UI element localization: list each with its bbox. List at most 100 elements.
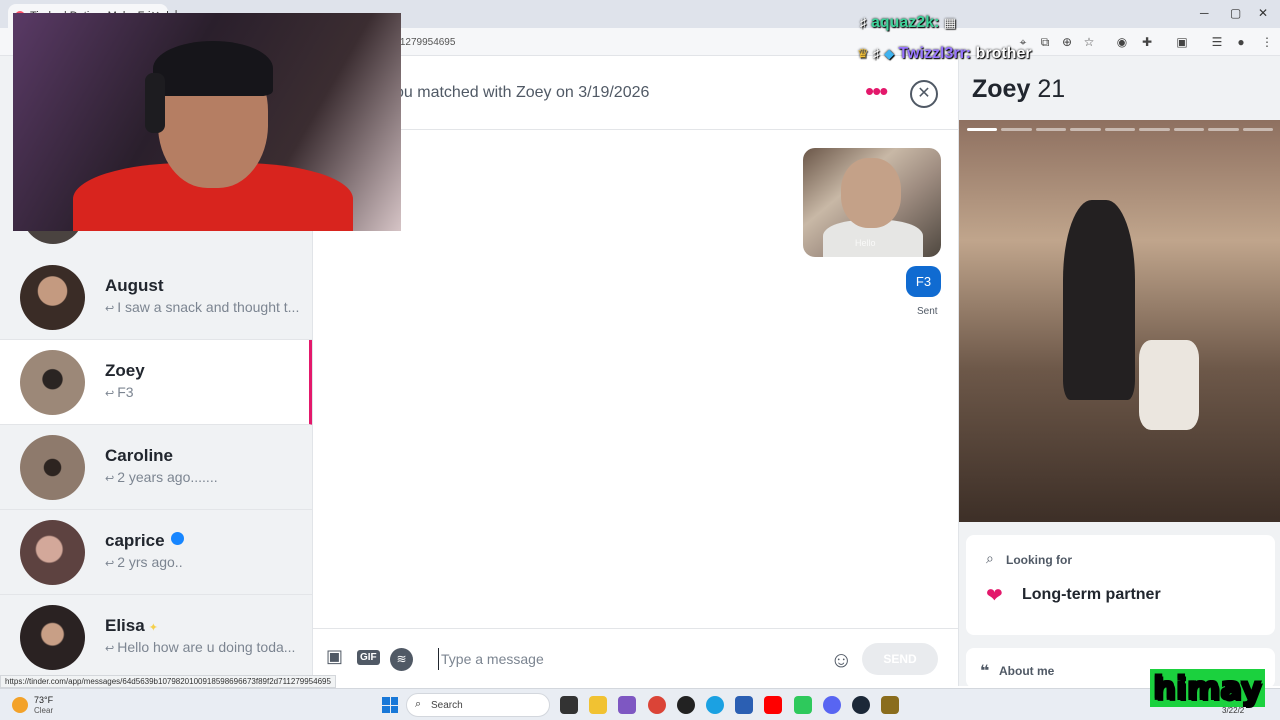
avatar	[20, 350, 85, 415]
contact-card-icon[interactable]: ▣	[326, 646, 343, 667]
tray-date: 3/22/2	[1222, 706, 1245, 715]
avatar	[20, 520, 85, 585]
badge-icon: ♯	[860, 15, 867, 30]
copilot-icon[interactable]	[618, 696, 636, 714]
reply-icon: ↩	[105, 473, 115, 485]
match-row-august[interactable]: August ↩ I saw a snack and thought t...	[0, 255, 312, 340]
weather-temp: 73°F	[34, 695, 54, 705]
match-preview: ↩ Hello how are u doing toda...	[105, 639, 296, 655]
match-preview: ↩ 2 years ago.......	[105, 469, 218, 485]
menu-icon[interactable]: ⋮	[1260, 35, 1274, 49]
maximize-icon[interactable]: ▢	[1230, 6, 1241, 20]
install-icon[interactable]: ⧉	[1038, 35, 1052, 50]
quote-icon: ❝	[980, 663, 990, 680]
match-row-caroline[interactable]: Caroline ↩ 2 years ago.......	[0, 425, 312, 510]
chat-message: brother	[975, 45, 1032, 62]
reply-icon: ↩	[105, 388, 115, 400]
chat-username: Twizzl3rr:	[898, 45, 972, 62]
send-button[interactable]: SEND	[862, 643, 938, 675]
close-chat-icon[interactable]: ✕	[910, 80, 938, 108]
photo-indicator[interactable]	[1035, 128, 1067, 131]
message-composer: ▣ GIF ≋ ☺ SEND	[313, 628, 958, 686]
sent-status: Sent	[917, 306, 938, 317]
gif-button[interactable]: GIF	[357, 650, 380, 665]
youtube-icon[interactable]	[764, 696, 782, 714]
heart-arrow-icon: ❤	[986, 585, 1003, 607]
chat-header: ou matched with Zoey on 3/19/2026 ••• ✕	[313, 56, 958, 130]
extension-icon[interactable]: ◉	[1115, 35, 1129, 49]
obs-icon[interactable]	[677, 696, 695, 714]
photo-indicator[interactable]	[967, 128, 998, 131]
reply-icon: ↩	[105, 643, 115, 655]
bookmark-star-icon[interactable]: ☆	[1082, 35, 1096, 49]
profile-panel: Zoey 21 ⌕ Looking for ❤ Long-term partne…	[958, 56, 1280, 688]
emote-icon: ▦	[943, 15, 957, 30]
verified-badge-icon	[170, 532, 184, 545]
zoom-icon[interactable]: ⊕	[1060, 35, 1074, 49]
spotify-icon[interactable]: ≋	[390, 648, 413, 671]
file-explorer-icon[interactable]	[589, 696, 607, 714]
photo-indicator[interactable]	[1208, 128, 1239, 131]
taskbar-search[interactable]: ⌕ Search	[406, 693, 550, 717]
reply-icon: ↩	[105, 558, 115, 570]
gif-face	[841, 158, 901, 228]
puzzle-icon[interactable]: ✚	[1140, 35, 1154, 49]
chat-username: aquaz2k:	[870, 14, 940, 31]
webcam-overlay	[13, 13, 401, 231]
gif-caption: Hello	[855, 238, 876, 248]
message-input[interactable]	[438, 648, 818, 670]
reply-icon: ↩	[105, 303, 115, 315]
star-icon: ✦	[148, 622, 158, 634]
search-icon: ⌕	[986, 550, 994, 566]
app-icon[interactable]	[881, 696, 899, 714]
search-icon: ⌕	[415, 698, 422, 710]
gif-message[interactable]: Hello	[803, 148, 941, 257]
photo-indicator[interactable]	[1139, 128, 1170, 131]
photo-indicator[interactable]	[1070, 128, 1101, 131]
profile-icon[interactable]: ●	[1234, 35, 1248, 49]
looking-for-label: Looking for	[1006, 553, 1072, 567]
match-row-caprice[interactable]: caprice ↩ 2 yrs ago..	[0, 510, 312, 595]
emoji-icon[interactable]: ☺	[830, 647, 852, 673]
photo-bag	[1139, 340, 1199, 430]
match-preview: ↩ I saw a snack and thought t...	[105, 299, 300, 315]
crown-icon: ♛	[857, 46, 869, 61]
match-row-zoey[interactable]: Zoey ↩ F3	[0, 340, 312, 425]
steam-icon[interactable]	[852, 696, 870, 714]
profile-photo[interactable]	[959, 120, 1280, 522]
minimize-icon[interactable]: ─	[1200, 6, 1209, 20]
discord-icon[interactable]	[823, 696, 841, 714]
app-icon[interactable]	[794, 696, 812, 714]
store-icon[interactable]	[735, 696, 753, 714]
task-view-icon[interactable]	[560, 696, 578, 714]
match-name: Elisa ✦	[105, 616, 158, 635]
search-label: Search	[431, 700, 463, 711]
address-bar[interactable]: 11279954695	[395, 37, 455, 48]
weather-icon[interactable]	[12, 697, 28, 713]
about-me-label: About me	[999, 664, 1055, 678]
avatar	[20, 605, 85, 670]
photo-indicator[interactable]	[1173, 128, 1205, 131]
stream-chat-line: ♛ ♯ ◆ Twizzl3rr: brother	[857, 45, 1032, 63]
badge-icon: ♯	[873, 46, 880, 61]
photo-progress	[967, 128, 1273, 131]
match-name: caprice	[105, 531, 184, 551]
chat-panel: ou matched with Zoey on 3/19/2026 ••• ✕ …	[313, 56, 958, 686]
match-name: Caroline	[105, 446, 174, 465]
windows-start-icon[interactable]	[382, 697, 398, 713]
match-date-title: ou matched with Zoey on 3/19/2026	[395, 84, 650, 101]
split-view-icon[interactable]: ▣	[1175, 35, 1189, 49]
chrome-icon[interactable]	[648, 696, 666, 714]
photo-indicator[interactable]	[1242, 128, 1273, 131]
photo-indicator[interactable]	[1001, 128, 1032, 131]
photo-indicator[interactable]	[1104, 128, 1136, 131]
reading-list-icon[interactable]: ☰	[1210, 35, 1224, 49]
match-row-elisa[interactable]: Elisa ✦ ↩ Hello how are u doing toda...	[0, 595, 312, 680]
more-options-icon[interactable]: •••	[865, 76, 888, 107]
match-preview: ↩ F3	[105, 384, 134, 400]
close-window-icon[interactable]: ✕	[1258, 6, 1268, 20]
stream-chat-line: ♯ aquaz2k: ▦	[860, 14, 956, 32]
edge-icon[interactable]	[706, 696, 724, 714]
avatar	[20, 265, 85, 330]
looking-for-card: ⌕ Looking for ❤ Long-term partner	[966, 535, 1275, 635]
